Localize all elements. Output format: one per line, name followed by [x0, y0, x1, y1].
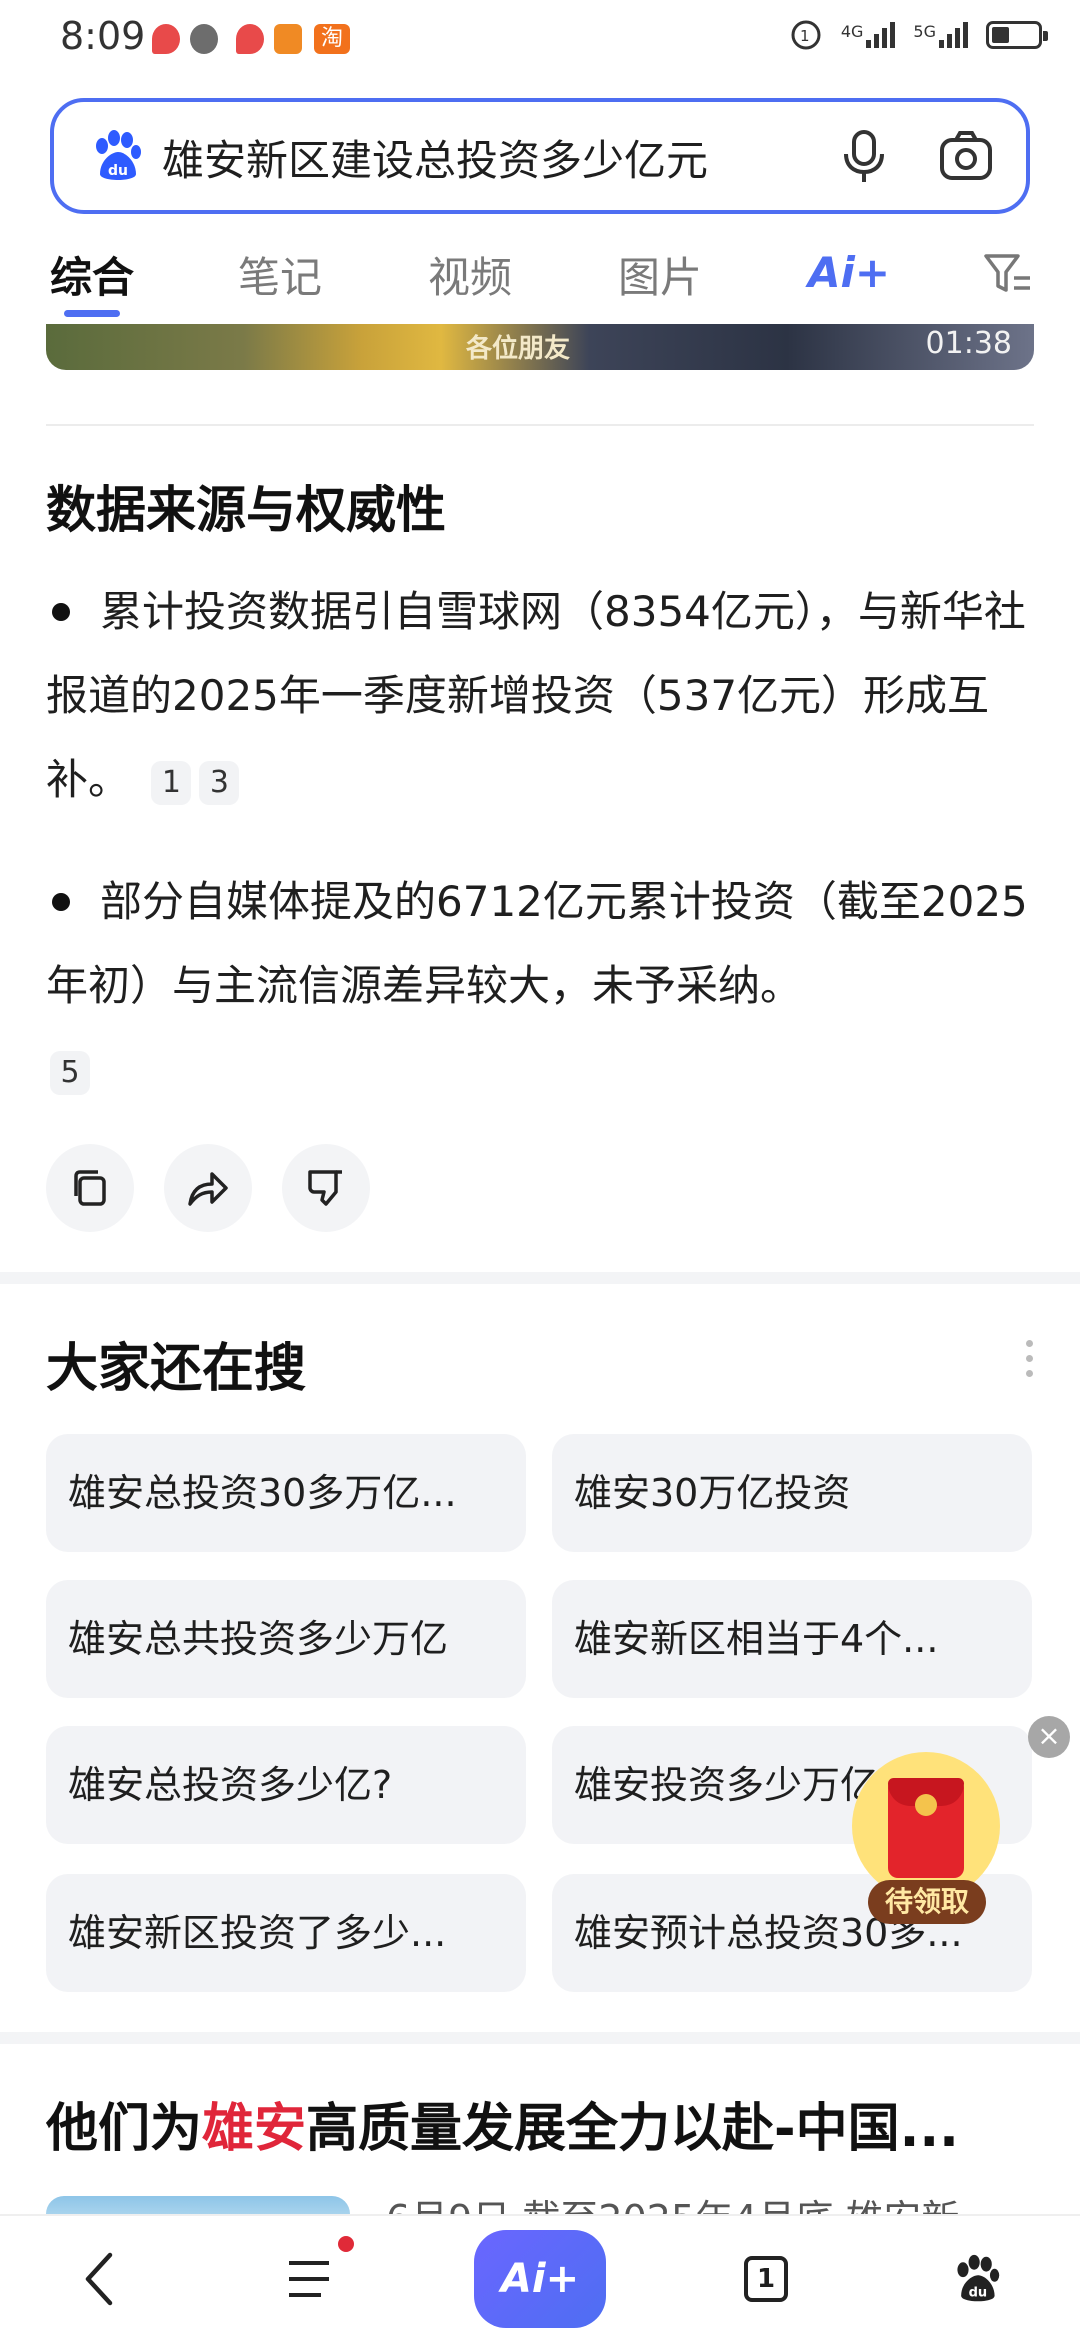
notification-app-icon-2: [236, 24, 264, 54]
wechat-icon: [190, 24, 218, 54]
related-searches-title: 大家还在搜: [46, 1339, 307, 1399]
red-envelope-label: 待领取: [868, 1880, 986, 1924]
search-input[interactable]: 雄安新区建设总投资多少亿元: [162, 127, 708, 188]
status-bar: 8:09 淘 1 4G 5G: [0, 0, 1080, 80]
result-tabs: 综合 笔记 视频 图片 Ai+: [0, 232, 1080, 324]
section-separator: [0, 2032, 1080, 2044]
status-indicators: 1 4G 5G: [789, 18, 1048, 52]
red-envelope-widget[interactable]: 待领取: [852, 1752, 1000, 1928]
svg-text:du: du: [969, 2286, 988, 2301]
answer-text-2: 部分自媒体提及的6712亿元累计投资（截至2025年初）与主流信源差异较大，未予…: [46, 877, 1028, 1010]
baidu-logo-icon: du: [96, 130, 141, 180]
microphone-icon[interactable]: [842, 128, 886, 184]
svg-text:1: 1: [800, 27, 810, 45]
baidu-paw-icon: du: [957, 2254, 1000, 2302]
citation-ref[interactable]: 1: [151, 760, 192, 805]
news-title-prefix: 他们为: [46, 2099, 203, 2159]
back-button[interactable]: [40, 2216, 160, 2342]
section-heading: 数据来源与权威性: [46, 481, 446, 539]
share-icon: [188, 1172, 228, 1206]
answer-bullet-1: 累计投资数据引自雪球网（8354亿元），与新华社报道的2025年一季度新增投资（…: [46, 570, 1036, 822]
bottom-navigation: Ai+ 1 du: [0, 2214, 1080, 2342]
news-title-suffix: 高质量发展全力以赴-中国...: [306, 2099, 959, 2159]
section-separator: [0, 1272, 1080, 1284]
tab-videos[interactable]: 视频: [428, 244, 512, 305]
tab-count-icon: 1: [744, 2256, 788, 2302]
status-time: 8:09: [60, 14, 146, 58]
more-options-icon[interactable]: [1024, 1340, 1034, 1385]
citation-ref[interactable]: 3: [199, 760, 240, 805]
related-search-chip[interactable]: 雄安总共投资多少万亿: [46, 1580, 526, 1698]
ai-assistant-button[interactable]: Ai+: [474, 2230, 606, 2328]
menu-button[interactable]: [252, 2216, 372, 2342]
news-result-title[interactable]: 他们为雄安高质量发展全力以赴-中国...: [46, 2086, 1046, 2161]
notification-app-icon: [152, 24, 180, 54]
menu-icon: [289, 2261, 329, 2297]
svg-text:du: du: [108, 163, 128, 179]
tabs-button[interactable]: 1: [706, 2216, 826, 2342]
close-icon[interactable]: ×: [1028, 1716, 1070, 1758]
related-search-chip[interactable]: 雄安新区相当于4个...: [552, 1580, 1032, 1698]
divider: [46, 424, 1034, 426]
video-app-icon: [274, 24, 302, 54]
citation-ref[interactable]: 5: [50, 1050, 90, 1095]
tab-images[interactable]: 图片: [618, 244, 702, 305]
video-caption: 各位朋友: [466, 334, 571, 364]
search-bar[interactable]: du 雄安新区建设总投资多少亿元: [50, 98, 1030, 214]
answer-bullet-2: 部分自媒体提及的6712亿元累计投资（截至2025年初）与主流信源差异较大，未予…: [46, 860, 1036, 1112]
notification-dot: [338, 2236, 354, 2252]
tab-ai[interactable]: Ai+: [808, 248, 890, 297]
copy-button[interactable]: [46, 1144, 134, 1232]
video-duration: 01:38: [925, 326, 1012, 361]
baidu-home-button[interactable]: du: [916, 2216, 1036, 2342]
tab-all[interactable]: 综合: [50, 244, 134, 305]
signal-4g-icon: 4G: [841, 22, 896, 48]
battery-icon: [986, 21, 1048, 49]
thumbs-down-icon: [308, 1170, 342, 1206]
active-tab-indicator: [64, 310, 120, 317]
copy-icon: [74, 1170, 106, 1206]
related-search-chip[interactable]: 雄安新区投资了多少...: [46, 1874, 526, 1992]
answer-text-1: 累计投资数据引自雪球网（8354亿元），与新华社报道的2025年一季度新增投资（…: [46, 587, 1026, 804]
taobao-icon: 淘: [314, 24, 350, 54]
camera-icon[interactable]: [938, 128, 994, 184]
signal-5g-icon: 5G: [913, 22, 968, 48]
share-button[interactable]: [164, 1144, 252, 1232]
data-saver-icon: 1: [791, 20, 821, 50]
filter-icon[interactable]: [982, 252, 1034, 296]
video-thumbnail[interactable]: 各位朋友 01:38: [46, 324, 1034, 370]
coin-icon: [915, 1794, 937, 1816]
bullet-dot: [52, 892, 70, 911]
back-arrow-icon: [85, 2252, 113, 2306]
related-search-chip[interactable]: 雄安总投资多少亿?: [46, 1726, 526, 1844]
news-title-highlight: 雄安: [202, 2099, 307, 2159]
tab-notes[interactable]: 笔记: [238, 244, 322, 305]
related-search-chip[interactable]: 雄安30万亿投资: [552, 1434, 1032, 1552]
bullet-dot: [52, 602, 70, 621]
dislike-button[interactable]: [282, 1144, 370, 1232]
related-search-chip[interactable]: 雄安总投资30多万亿...: [46, 1434, 526, 1552]
